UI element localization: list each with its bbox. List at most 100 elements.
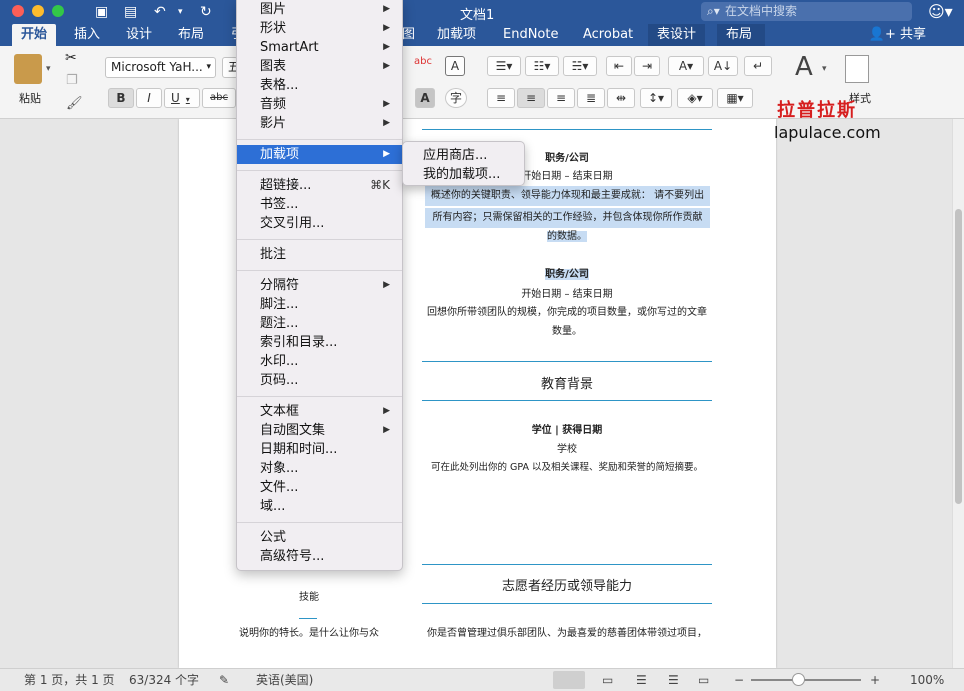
format-painter-icon[interactable]: 🖌 bbox=[66, 96, 83, 111]
draft-view-button[interactable]: ☰ bbox=[668, 672, 679, 688]
align-center-button[interactable]: ≡ bbox=[517, 88, 545, 108]
search-input[interactable]: 在文档中搜索 ⌕▾ bbox=[701, 2, 912, 21]
copy-icon[interactable]: ❐ bbox=[66, 73, 78, 88]
menu-item-movie[interactable]: 影片 ▶ bbox=[237, 114, 402, 133]
align-left-button[interactable]: ≡ bbox=[487, 88, 515, 108]
tab-layout[interactable]: 布局 bbox=[169, 24, 213, 46]
paste-label[interactable]: 粘贴 bbox=[19, 90, 41, 106]
menu-item-watermark[interactable]: 水印... bbox=[237, 352, 402, 371]
clear-format-icon[interactable]: abc bbox=[414, 56, 432, 67]
font-name-combo[interactable]: Microsoft YaH... ▾ bbox=[105, 57, 216, 78]
char-border-button[interactable]: A bbox=[445, 56, 465, 76]
align-right-button[interactable]: ≡ bbox=[547, 88, 575, 108]
menu-item-cross-reference[interactable]: 交叉引用... bbox=[237, 214, 402, 233]
menu-item-comment[interactable]: 批注 bbox=[237, 245, 402, 264]
bullets-button[interactable]: ☰▾ bbox=[487, 56, 521, 76]
tab-addins[interactable]: 加载项 bbox=[428, 24, 485, 46]
page-count[interactable]: 第 1 页，共 1 页 bbox=[24, 672, 115, 688]
menu-separator bbox=[237, 522, 402, 523]
tab-insert[interactable]: 插入 bbox=[65, 24, 109, 46]
menu-item-object[interactable]: 对象... bbox=[237, 459, 402, 478]
italic-button[interactable]: I bbox=[136, 88, 162, 108]
char-shading-button[interactable]: A bbox=[415, 88, 435, 108]
outline-view-button[interactable]: ☰ bbox=[636, 672, 647, 688]
submenu-item-store[interactable]: 应用商店... bbox=[403, 146, 524, 165]
zoom-level[interactable]: 100% bbox=[910, 672, 944, 688]
undo-icon[interactable]: ↶ bbox=[154, 3, 166, 21]
multilevel-list-button[interactable]: ☵▾ bbox=[563, 56, 597, 76]
menu-item-caption[interactable]: 题注... bbox=[237, 314, 402, 333]
styles-icon[interactable]: A bbox=[795, 52, 813, 82]
tab-endnote[interactable]: EndNote bbox=[494, 24, 567, 46]
show-marks-button[interactable]: ↵ bbox=[744, 56, 772, 76]
menu-item-page-numbers[interactable]: 页码... bbox=[237, 371, 402, 390]
change-case-button[interactable]: A▾ bbox=[668, 56, 704, 76]
scroll-thumb[interactable] bbox=[955, 209, 962, 504]
menu-item-chart[interactable]: 图表 ▶ bbox=[237, 57, 402, 76]
bold-button[interactable]: B bbox=[108, 88, 134, 108]
numbering-button[interactable]: ☷▾ bbox=[525, 56, 559, 76]
phonetic-guide-button[interactable]: 字 bbox=[445, 88, 467, 108]
menu-item-date-time[interactable]: 日期和时间... bbox=[237, 440, 402, 459]
menu-item-autotext[interactable]: 自动图文集 ▶ bbox=[237, 421, 402, 440]
menu-item-index-toc[interactable]: 索引和目录... bbox=[237, 333, 402, 352]
menu-item-bookmark[interactable]: 书签... bbox=[237, 195, 402, 214]
tab-acrobat[interactable]: Acrobat bbox=[574, 24, 642, 46]
line-spacing-button[interactable]: ↕▾ bbox=[640, 88, 672, 108]
menu-item-shapes[interactable]: 形状 ▶ bbox=[237, 19, 402, 38]
menu-item-equation[interactable]: 公式 bbox=[237, 528, 402, 547]
submenu-item-my-addins[interactable]: 我的加载项... bbox=[403, 165, 524, 184]
strikethrough-button[interactable]: abc bbox=[202, 88, 236, 108]
menu-item-table[interactable]: 表格... bbox=[237, 76, 402, 95]
menu-item-label: 音频 bbox=[260, 97, 287, 112]
menu-item-smartart[interactable]: SmartArt ▶ bbox=[237, 38, 402, 57]
tab-table-layout[interactable]: 布局 bbox=[717, 24, 765, 46]
sidebar-toggle-icon[interactable]: ▣ bbox=[95, 3, 108, 21]
zoom-in-button[interactable]: + bbox=[870, 672, 880, 688]
proofing-icon[interactable]: ✎ bbox=[219, 672, 229, 688]
zoom-slider-track[interactable] bbox=[751, 679, 861, 681]
borders-button[interactable]: ▦▾ bbox=[717, 88, 753, 108]
styles-pane-icon[interactable] bbox=[845, 55, 869, 83]
undo-dropdown-icon[interactable]: ▾ bbox=[178, 3, 183, 21]
paste-dropdown-icon[interactable]: ▾ bbox=[46, 64, 51, 74]
paste-icon[interactable] bbox=[14, 54, 42, 84]
tab-home[interactable]: 开始 bbox=[12, 24, 57, 46]
share-button[interactable]: 👤+ 共享 bbox=[869, 24, 926, 46]
cut-icon[interactable]: ✂ bbox=[65, 50, 77, 66]
menu-item-audio[interactable]: 音频 ▶ bbox=[237, 95, 402, 114]
language-status[interactable]: 英语(美国) bbox=[256, 672, 313, 688]
menu-item-break[interactable]: 分隔符 ▶ bbox=[237, 276, 402, 295]
menu-item-file[interactable]: 文件... bbox=[237, 478, 402, 497]
print-layout-view-button[interactable] bbox=[553, 671, 585, 689]
menu-item-addins[interactable]: 加载项 ▶ bbox=[237, 145, 402, 164]
minimize-window-button[interactable] bbox=[32, 5, 44, 17]
zoom-window-button[interactable] bbox=[52, 5, 64, 17]
menu-item-hyperlink[interactable]: 超链接... ⌘K bbox=[237, 176, 402, 195]
menu-item-footnote[interactable]: 脚注... bbox=[237, 295, 402, 314]
zoom-out-button[interactable]: − bbox=[734, 672, 744, 688]
menu-item-label: 图表 bbox=[260, 59, 287, 74]
tab-table-design[interactable]: 表设计 bbox=[648, 24, 706, 46]
feedback-smiley-icon[interactable]: ☺▾ bbox=[928, 2, 953, 21]
decrease-indent-button[interactable]: ⇤ bbox=[606, 56, 632, 76]
justify-button[interactable]: ≣ bbox=[577, 88, 605, 108]
underline-button[interactable]: U ▾ bbox=[164, 88, 200, 108]
menu-item-advanced-symbol[interactable]: 高级符号... bbox=[237, 547, 402, 566]
menu-item-field[interactable]: 域... bbox=[237, 497, 402, 516]
increase-indent-button[interactable]: ⇥ bbox=[634, 56, 660, 76]
menu-item-picture[interactable]: 图片 ▶ bbox=[237, 0, 402, 19]
vertical-scrollbar[interactable] bbox=[952, 119, 964, 668]
save-icon[interactable]: ▤ bbox=[124, 3, 137, 21]
sort-button[interactable]: A↓ bbox=[708, 56, 738, 76]
zoom-slider-thumb[interactable] bbox=[792, 673, 805, 686]
redo-icon[interactable]: ↻ bbox=[200, 3, 212, 21]
menu-item-text-box[interactable]: 文本框 ▶ bbox=[237, 402, 402, 421]
word-count[interactable]: 63/324 个字 bbox=[129, 672, 199, 688]
focus-view-button[interactable]: ▭ bbox=[698, 672, 709, 688]
distributed-button[interactable]: ⇹ bbox=[607, 88, 635, 108]
close-window-button[interactable] bbox=[12, 5, 24, 17]
tab-design[interactable]: 设计 bbox=[117, 24, 161, 46]
shading-button[interactable]: ◈▾ bbox=[677, 88, 713, 108]
web-layout-view-button[interactable]: ▭ bbox=[602, 672, 613, 688]
